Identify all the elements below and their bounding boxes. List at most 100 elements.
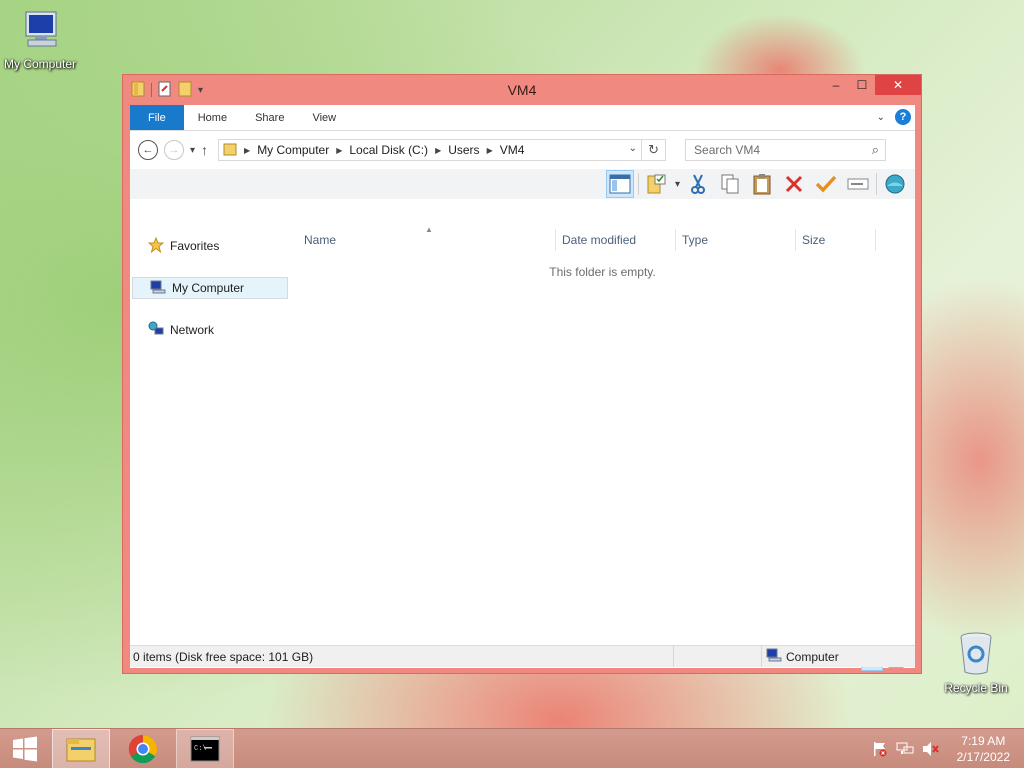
accept-button[interactable] [812, 170, 840, 198]
explorer-window: ▾ VM4 – ☐ ✕ File Home Share View ⌄ ? ← →… [122, 74, 922, 674]
expand-ribbon-chevron-icon[interactable]: ⌄ [877, 112, 885, 123]
breadcrumb-separator-icon[interactable]: ▶ [244, 146, 250, 155]
recycle-bin-icon [936, 630, 1016, 679]
nav-item-network[interactable]: Network [130, 319, 288, 341]
nav-item-my-computer[interactable]: My Computer [132, 277, 288, 299]
properties-icon[interactable] [158, 81, 172, 100]
svg-text:C:\: C:\ [194, 745, 207, 753]
delete-x-icon [785, 175, 803, 193]
separator [637, 173, 639, 195]
globe-icon [885, 174, 905, 194]
forward-button[interactable]: → [164, 140, 184, 160]
desktop-icon-my-computer[interactable]: My Computer [0, 8, 80, 71]
start-icon [13, 736, 37, 762]
maximize-button[interactable]: ☐ [849, 75, 875, 95]
search-box[interactable]: ⌕ [685, 139, 887, 161]
arrow-left-icon: ← [142, 144, 154, 156]
status-disk-info: 0 items (Disk free space: 101 GB) [130, 646, 674, 667]
tab-file[interactable]: File [130, 105, 184, 130]
address-dropdown-chevron-icon[interactable]: ⌄ [629, 143, 637, 154]
breadcrumb-my-computer[interactable]: My Computer [257, 143, 329, 157]
search-icon[interactable]: ⌕ [872, 142, 879, 158]
folder-options-chevron-icon[interactable]: ▾ [675, 179, 680, 190]
desktop-icon-label: My Computer [3, 57, 77, 71]
preview-pane-icon [609, 174, 631, 194]
address-bar[interactable]: ▶ My Computer ▶ Local Disk (C:) ▶ Users … [218, 139, 667, 161]
column-date-modified[interactable]: Date modified [556, 229, 676, 251]
ribbon-tabs: File Home Share View ⌄ ? [130, 105, 915, 131]
tab-view[interactable]: View [298, 105, 350, 130]
tab-share[interactable]: Share [241, 105, 298, 130]
paste-button[interactable] [748, 170, 776, 198]
window-title: VM4 [507, 82, 537, 98]
column-headers: ▲ Name Date modified Type Size [298, 225, 915, 251]
cut-button[interactable] [684, 170, 712, 198]
checkmark-icon [815, 175, 837, 193]
desktop-icon-label: Recycle Bin [944, 681, 1008, 695]
taskbar: C:\ 7:19 AM 2/17/2022 [0, 728, 1024, 768]
nav-item-label: Favorites [170, 239, 220, 253]
quick-access-toolbar: ▾ [123, 81, 203, 100]
rename-icon [847, 178, 869, 190]
taskbar-command-prompt[interactable]: C:\ [176, 729, 234, 768]
folder-options-button[interactable] [643, 170, 671, 198]
up-arrow-icon[interactable]: ↑ [201, 142, 208, 158]
tab-home[interactable]: Home [184, 105, 241, 130]
address-row: ← → ▾ ↑ ▶ My Computer ▶ Local Disk (C:) … [130, 131, 915, 169]
network-tray-icon[interactable] [896, 741, 914, 760]
computer-icon [150, 279, 166, 298]
customize-qat-chevron-icon[interactable]: ▾ [198, 85, 203, 96]
rename-button[interactable] [844, 170, 872, 198]
help-icon[interactable]: ? [895, 109, 911, 125]
command-toolbar: ▾ [130, 169, 915, 199]
delete-button[interactable] [780, 170, 808, 198]
new-folder-icon[interactable] [178, 81, 192, 100]
taskbar-file-explorer[interactable] [52, 729, 110, 768]
taskbar-chrome[interactable] [114, 729, 172, 768]
clock-time: 7:19 AM [961, 734, 1006, 748]
breadcrumb-users[interactable]: Users [448, 143, 479, 157]
separator [876, 173, 877, 195]
file-list[interactable]: ▲ Name Date modified Type Size This fold… [298, 225, 915, 637]
close-button[interactable]: ✕ [875, 75, 921, 95]
minimize-button[interactable]: – [823, 75, 849, 95]
clock-date: 2/17/2022 [956, 750, 1010, 764]
action-center-flag-icon[interactable] [872, 741, 888, 760]
status-zone: Computer [762, 648, 839, 665]
network-icon [148, 321, 164, 340]
volume-muted-icon[interactable] [922, 741, 940, 760]
nav-item-label: My Computer [172, 281, 245, 295]
globe-button[interactable] [881, 170, 909, 198]
preview-pane-button[interactable] [605, 170, 634, 198]
nav-item-favorites[interactable]: Favorites [130, 235, 288, 257]
status-bar: 0 items (Disk free space: 101 GB) Comput… [130, 645, 915, 667]
arrow-right-icon: → [168, 144, 180, 156]
sort-ascending-icon: ▲ [425, 225, 433, 234]
system-tray [872, 741, 940, 760]
breadcrumb-local-disk[interactable]: Local Disk (C:) [349, 143, 428, 157]
folder-icon [223, 142, 237, 159]
nav-item-label: Network [170, 323, 215, 337]
star-icon [147, 236, 165, 256]
breadcrumb-separator-icon[interactable]: ▶ [487, 146, 493, 155]
column-type[interactable]: Type [676, 229, 796, 251]
start-button[interactable] [0, 729, 50, 768]
separator [151, 83, 152, 97]
clock[interactable]: 7:19 AM 2/17/2022 [957, 733, 1010, 765]
recent-locations-chevron-icon[interactable]: ▾ [190, 145, 195, 156]
copy-button[interactable] [716, 170, 744, 198]
status-zone-label: Computer [786, 649, 839, 664]
breadcrumb-separator-icon[interactable]: ▶ [336, 146, 342, 155]
column-size[interactable]: Size [796, 229, 876, 251]
copy-icon [721, 174, 739, 194]
search-input[interactable] [694, 143, 865, 157]
breadcrumb-vm4[interactable]: VM4 [500, 143, 525, 157]
folder-icon [131, 81, 145, 100]
chrome-icon [128, 734, 157, 764]
back-button[interactable]: ← [138, 140, 158, 160]
title-bar[interactable]: ▾ VM4 – ☐ ✕ [123, 75, 921, 105]
desktop-icon-recycle-bin[interactable]: Recycle Bin [936, 630, 1016, 695]
refresh-icon[interactable]: ↻ [641, 140, 665, 160]
scissors-icon [691, 174, 705, 194]
breadcrumb-separator-icon[interactable]: ▶ [435, 146, 441, 155]
